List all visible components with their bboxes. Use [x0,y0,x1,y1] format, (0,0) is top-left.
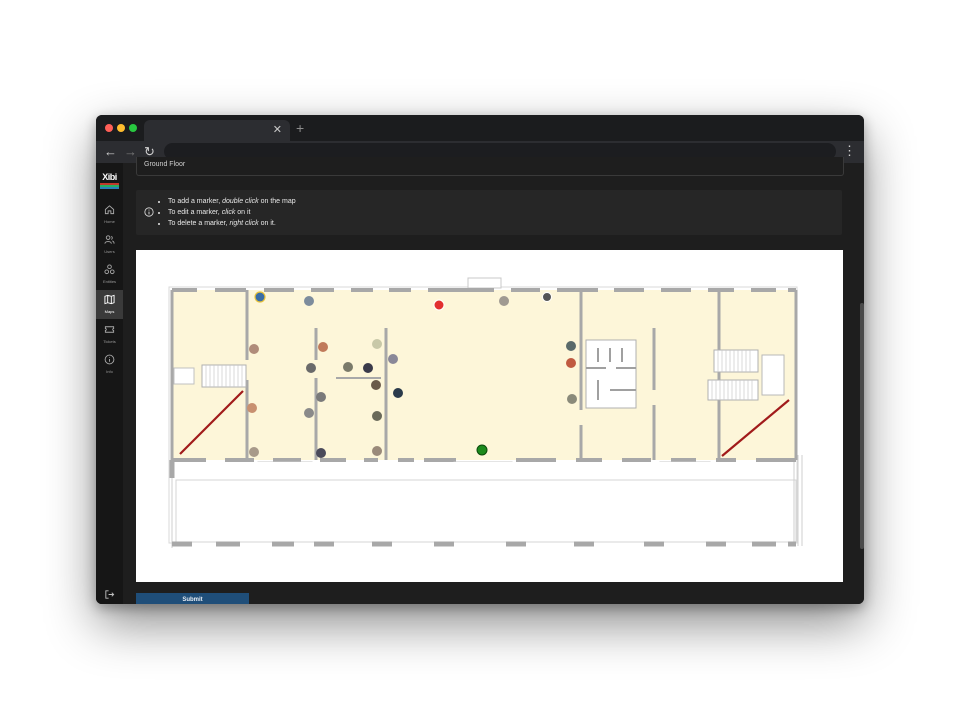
map-marker[interactable] [247,403,257,413]
map-marker[interactable] [304,296,314,306]
ticket-icon [104,326,115,333]
browser-menu-icon[interactable]: ⋮ [843,142,856,160]
map-icon [104,294,115,305]
instructions-list: To add a marker, double click on the map… [162,196,296,229]
floor-area [172,290,796,460]
map-marker[interactable] [249,447,259,457]
instructions-panel: To add a marker, double click on the map… [136,190,842,235]
sidebar: Xibi Home Users Entities Maps Tickets In… [96,163,123,604]
logout-icon[interactable] [104,589,115,600]
map-marker[interactable] [304,408,314,418]
map-marker[interactable] [371,380,381,390]
sidebar-item-maps[interactable]: Maps [96,290,123,319]
sidebar-item-users[interactable]: Users [96,230,123,259]
home-icon [104,205,115,215]
map-marker[interactable] [249,344,259,354]
map-marker[interactable] [499,296,509,306]
browser-tab[interactable]: ✕ [144,120,290,141]
back-icon[interactable]: ← [104,143,117,161]
instruction-delete: To delete a marker, right click on it. [168,218,296,229]
new-tab-icon[interactable]: + [296,120,304,136]
floor-plan-svg[interactable] [136,250,843,582]
sidebar-item-tickets[interactable]: Tickets [96,320,123,349]
close-window-button[interactable] [105,124,113,132]
entities-icon [104,264,115,275]
map-marker-red[interactable] [433,299,445,311]
sidebar-item-label: Tickets [103,339,116,344]
map-marker[interactable] [388,354,398,364]
map-marker[interactable] [254,291,266,303]
scrollbar[interactable] [860,303,864,549]
map-marker[interactable] [393,388,403,398]
logo-text: Xibi [102,172,117,182]
map-marker[interactable] [318,342,328,352]
sidebar-item-label: Info [106,369,113,374]
info-circle-icon [144,207,154,217]
map-marker[interactable] [316,392,326,402]
floor-plan-map[interactable] [136,250,843,582]
map-marker[interactable] [316,448,326,458]
map-marker[interactable] [306,363,316,373]
map-marker[interactable] [343,362,353,372]
browser-window: ✕ + ← → ↻ ⋮ Xibi Home Users Entities Map… [96,115,864,604]
sidebar-item-info[interactable]: Info [96,350,123,379]
map-marker[interactable] [566,341,576,351]
sidebar-item-home[interactable]: Home [96,200,123,229]
sidebar-item-label: Maps [104,309,115,314]
left-stairs [173,364,247,388]
app-content: Xibi Home Users Entities Maps Tickets In… [96,157,864,604]
terrace [172,462,796,546]
map-marker-green[interactable] [476,444,488,456]
sidebar-item-label: Users [104,249,115,254]
sidebar-item-label: Home [104,219,115,224]
map-marker[interactable] [567,394,577,404]
sidebar-item-label: Entities [102,279,117,284]
map-marker[interactable] [372,446,382,456]
instruction-edit: To edit a marker, click on it [168,207,296,218]
map-marker[interactable] [372,339,382,349]
restroom-block [585,339,637,409]
app-logo: Xibi [99,173,120,189]
maximize-window-button[interactable] [129,124,137,132]
tab-close-icon[interactable]: ✕ [273,123,282,136]
minimize-window-button[interactable] [117,124,125,132]
map-marker[interactable] [566,358,576,368]
map-marker[interactable] [372,411,382,421]
floor-select-value: Ground Floor [144,161,186,168]
entrance-step-top [467,277,502,289]
instruction-add: To add a marker, double click on the map [168,196,296,207]
users-icon [104,235,115,244]
floor-select[interactable]: Ground Floor [136,157,844,176]
sidebar-item-entities[interactable]: Entities [96,260,123,289]
map-marker[interactable] [363,363,373,373]
info-icon [104,354,115,365]
submit-button[interactable]: Submit [136,593,249,604]
tab-bar: ✕ + [96,115,864,141]
map-marker[interactable] [542,292,552,302]
